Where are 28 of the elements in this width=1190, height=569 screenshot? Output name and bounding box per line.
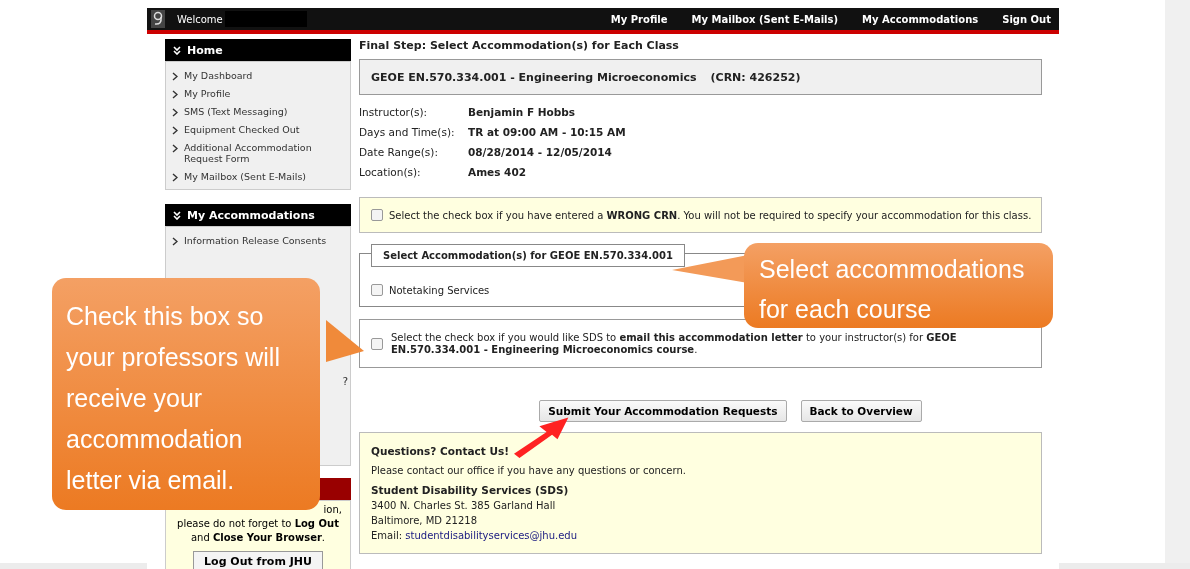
logout-text: please do not forget to Log Out [176,517,340,532]
wrong-crn-text: Select the check box if you have entered a WRONG CRN. You will not be required to specify your accommodation for this class. [389,209,1032,221]
detail-label: Location(s): [359,166,422,178]
detail-value: 08/28/2014 - 12/05/2014 [468,146,613,158]
course-crn: (CRN: 426252) [710,70,801,84]
sidebar-text: ? [342,375,348,387]
fieldset-legend: Select Accommodation(s) for GEOE EN.570.334.001 [371,244,685,267]
callout-text: Check this box so your professors will receive your accommodation letter via email. [66,301,281,496]
contact-title: Questions? Contact Us! [371,445,511,457]
address-line: Baltimore, MD 21218 [371,515,479,526]
page-heading: Final Step: Select Accommodation(s) for Each Class [359,39,680,52]
logout-text: ion, [322,503,342,518]
address-line: 3400 N. Charles St. 385 Garland Hall [371,500,557,511]
detail-value: Benjamin F Hobbs [468,106,577,118]
callout-text: Select accommodations for each course [759,254,1026,325]
welcome-text: Welcome [177,13,223,25]
logout-text: and Close Your Browser. [189,531,327,546]
detail-value: Ames 402 [468,166,527,178]
option-label: Notetaking Services [389,284,490,296]
detail-label: Date Range(s): [359,146,439,158]
email-letter-text: Select the check box if you would like SDS to email this accommodation letter to your instructor(s) for GEOE EN.570.334.001 - Engineering Microeconomics course. [391,331,958,356]
detail-label: Instructor(s): [359,106,429,118]
detail-label: Days and Time(s): [359,126,456,138]
email-label: Email: [371,530,403,541]
contact-org: Student Disability Services (SDS) [371,484,570,496]
detail-value: TR at 09:00 AM - 10:15 AM [468,126,627,138]
contact-intro: Please contact our office if you have any questions or concern. [371,465,687,476]
course-title: GEOE EN.570.334.001 - Engineering Microeconomics [371,70,697,84]
